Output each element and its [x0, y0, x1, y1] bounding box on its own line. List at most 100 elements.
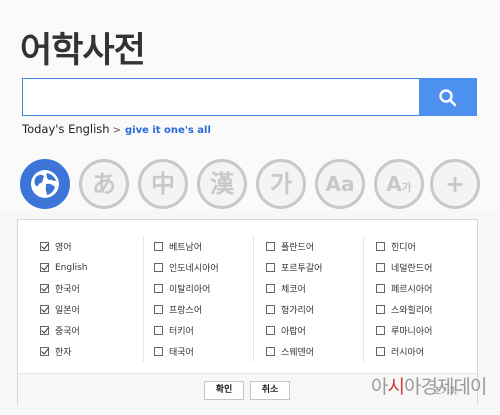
list-item[interactable]: 일본어	[40, 299, 145, 320]
checkbox[interactable]	[40, 305, 49, 314]
checkbox[interactable]	[266, 263, 275, 272]
list-item[interactable]: 힌디어	[376, 236, 468, 257]
language-korean-glyph: 가	[269, 170, 293, 198]
checkbox-label: 헝가리어	[281, 306, 315, 316]
globe-icon	[31, 170, 59, 198]
checkbox-label: 영어	[55, 243, 72, 253]
checkbox[interactable]	[40, 326, 49, 335]
watermark-rest: 아경제데이	[403, 376, 487, 398]
checkbox-label: 러시아어	[391, 348, 425, 358]
checkbox[interactable]	[154, 305, 163, 314]
language-column-1: 영어 English 한국어 일본어 중국어 한자	[40, 236, 145, 362]
checkbox-label: 페르시아어	[391, 285, 433, 295]
list-item[interactable]: 폴란드어	[266, 236, 358, 257]
checkbox[interactable]	[376, 263, 385, 272]
list-item[interactable]: 페르시아어	[376, 278, 468, 299]
list-item[interactable]: 한자	[40, 341, 145, 362]
checkbox-label: 포르투갈어	[281, 264, 323, 274]
language-column-4: 힌디어 네덜란드어 페르시아어 스와힐리어 루마니아어 러시아어	[363, 236, 468, 362]
checkbox[interactable]	[154, 326, 163, 335]
checkbox-label: 중국어	[55, 327, 80, 337]
language-japanese-glyph: あ	[92, 170, 116, 198]
checkbox[interactable]	[154, 263, 163, 272]
list-item[interactable]: 루마니아어	[376, 320, 468, 341]
language-korean-button[interactable]: 가	[256, 159, 306, 209]
checkbox-label: 스웨덴어	[281, 348, 315, 358]
checkbox[interactable]	[266, 347, 275, 356]
add-language-button[interactable]: +	[430, 159, 480, 209]
list-item[interactable]: 포르투갈어	[266, 257, 358, 278]
search-button[interactable]	[419, 78, 477, 116]
list-item[interactable]: 스와힐리어	[376, 299, 468, 320]
list-item[interactable]: 스웨덴어	[266, 341, 358, 362]
todays-english-phrase[interactable]: give it one's all	[125, 125, 211, 136]
language-selector: あ 中 漢 가 Aa A가 +	[20, 159, 480, 213]
checkbox[interactable]	[154, 284, 163, 293]
todays-english-label[interactable]: Today's English	[22, 122, 110, 136]
list-item[interactable]: 터키어	[154, 320, 248, 341]
checkbox[interactable]	[376, 242, 385, 251]
checkbox-label: 한자	[55, 348, 72, 358]
page-title: 어학사전	[20, 31, 146, 71]
list-item[interactable]: English	[40, 257, 145, 278]
language-chinese-glyph: 中	[151, 170, 175, 198]
list-item[interactable]: 러시아어	[376, 341, 468, 362]
language-chinese-button[interactable]: 中	[138, 159, 188, 209]
checkbox-label: 베트남어	[169, 243, 203, 253]
list-item[interactable]: 헝가리어	[266, 299, 358, 320]
language-all-button[interactable]	[20, 159, 70, 209]
list-item[interactable]: 이탈리아어	[154, 278, 248, 299]
checkbox-label: 일본어	[55, 306, 80, 316]
checkbox-label: 인도네시아어	[169, 264, 219, 274]
checkbox[interactable]	[154, 347, 163, 356]
checkbox[interactable]	[40, 284, 49, 293]
todays-english: Today's English > give it one's all	[22, 122, 211, 136]
list-item[interactable]: 프랑스어	[154, 299, 248, 320]
language-japanese-button[interactable]: あ	[79, 159, 129, 209]
checkbox[interactable]	[154, 242, 163, 251]
checkbox-label: 루마니아어	[391, 327, 433, 337]
checkbox[interactable]	[40, 347, 49, 356]
checkbox[interactable]	[266, 242, 275, 251]
checkbox-label: 체코어	[281, 285, 306, 295]
list-item[interactable]: 중국어	[40, 320, 145, 341]
plus-icon: +	[444, 170, 466, 198]
checkbox[interactable]	[376, 284, 385, 293]
checkbox[interactable]	[266, 305, 275, 314]
list-item[interactable]: 영어	[40, 236, 145, 257]
checkbox-label: 힌디어	[391, 243, 416, 253]
watermark-accent: 시	[387, 376, 405, 398]
list-item[interactable]: 베트남어	[154, 236, 248, 257]
checkbox-label: 네덜란드어	[391, 264, 433, 274]
language-english-button[interactable]: Aa	[315, 159, 365, 209]
confirm-button[interactable]: 확인	[204, 381, 244, 400]
language-english-korean-button[interactable]: A가	[374, 159, 424, 209]
checkbox-label: 프랑스어	[169, 306, 203, 316]
cancel-button[interactable]: 취소	[250, 381, 290, 400]
list-item[interactable]: 체코어	[266, 278, 358, 299]
search-input[interactable]	[22, 78, 419, 116]
language-hanja-glyph: 漢	[210, 170, 234, 198]
checkbox-label: English	[55, 262, 88, 273]
list-item[interactable]: 아랍어	[266, 320, 358, 341]
checkbox[interactable]	[40, 263, 49, 272]
checkbox[interactable]	[376, 347, 385, 356]
checkbox[interactable]	[376, 305, 385, 314]
checkbox-label: 터키어	[169, 327, 194, 337]
language-hanja-button[interactable]: 漢	[197, 159, 247, 209]
checkbox-label: 한국어	[55, 285, 80, 295]
list-item[interactable]: 인도네시아어	[154, 257, 248, 278]
list-item[interactable]: 태국어	[154, 341, 248, 362]
checkbox-label: 폴란드어	[281, 243, 315, 253]
checkbox-label: 스와힐리어	[391, 306, 433, 316]
list-item[interactable]: 한국어	[40, 278, 145, 299]
language-english-korean-sub: 가	[401, 181, 412, 194]
checkbox[interactable]	[376, 326, 385, 335]
checkbox-label: 태국어	[169, 348, 194, 358]
checkbox[interactable]	[266, 326, 275, 335]
checkbox[interactable]	[266, 284, 275, 293]
checkbox[interactable]	[40, 242, 49, 251]
search-bar	[22, 78, 477, 116]
chevron-right-icon: >	[112, 125, 121, 136]
list-item[interactable]: 네덜란드어	[376, 257, 468, 278]
